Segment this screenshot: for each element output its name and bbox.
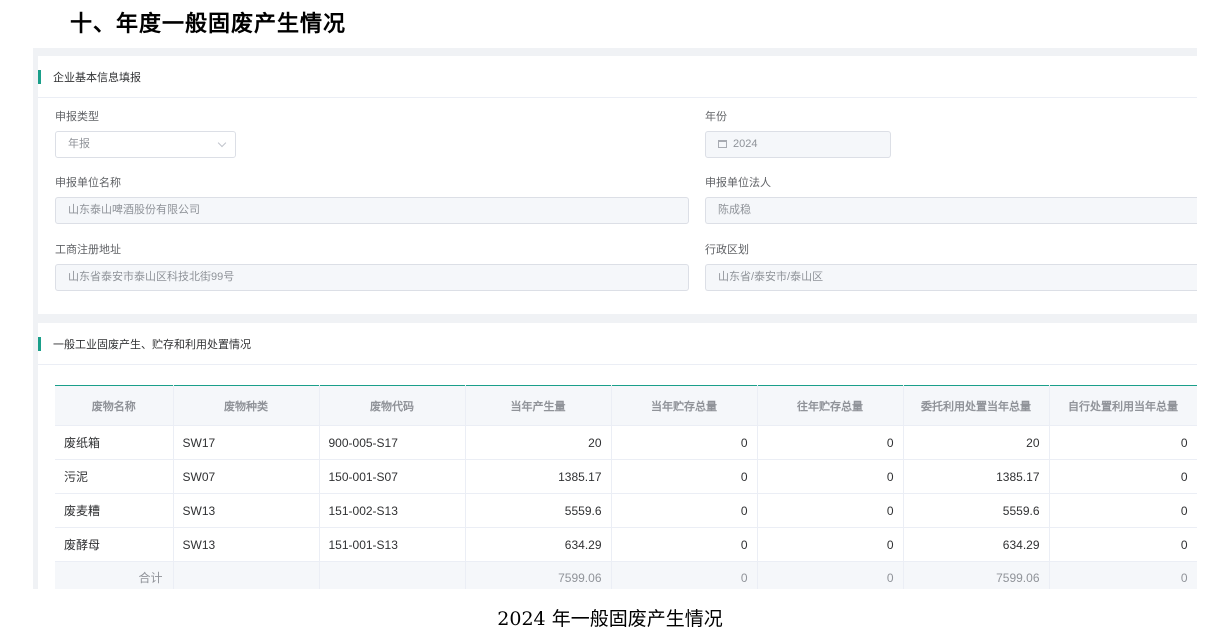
column-header: 当年产生量 [465, 385, 612, 426]
cell-prior-stored: 0 [757, 459, 904, 494]
cell-self-disposed: 0 [1049, 493, 1197, 528]
total-empty-cell [173, 561, 320, 589]
cell-stored: 0 [611, 493, 758, 528]
region-field: 行政区划 山东省/泰安市/泰山区 [705, 242, 1197, 291]
cell-prior-stored: 0 [757, 425, 904, 460]
field-label: 年份 [705, 111, 727, 123]
table-row: 废酵母 SW13 151-001-S13 634.29 0 0 634.29 0 [55, 527, 1197, 562]
cell-waste-code: 151-001-S13 [319, 527, 466, 562]
report-type-select[interactable]: 年报 [55, 131, 236, 158]
address-input[interactable]: 山东省泰安市泰山区科技北街99号 [55, 264, 689, 291]
cell-self-disposed: 0 [1049, 459, 1197, 494]
card-title: 一般工业固废产生、贮存和利用处置情况 [53, 338, 251, 351]
waste-table-wrap: 废物名称 废物种类 废物代码 当年产生量 当年贮存总量 往年贮存总量 委托利用处… [55, 385, 1197, 589]
total-generated: 7599.06 [465, 561, 612, 589]
select-value: 年报 [68, 138, 90, 150]
accent-bar [38, 337, 41, 351]
basic-info-card: 企业基本信息填报 申报类型 年报 年份 2024 申报单位名称 山东泰山啤酒股份… [38, 56, 1197, 314]
cell-waste-name: 污泥 [55, 459, 174, 494]
column-header: 自行处置利用当年总量 [1049, 385, 1197, 426]
chevron-down-icon [217, 138, 227, 148]
report-type-field: 申报类型 年报 [55, 109, 236, 158]
card-header: 企业基本信息填报 [38, 56, 1197, 98]
cell-generated: 5559.6 [465, 493, 612, 528]
card-title: 企业基本信息填报 [53, 71, 141, 84]
accent-bar [38, 70, 41, 84]
column-header: 委托利用处置当年总量 [903, 385, 1050, 426]
column-header: 当年贮存总量 [611, 385, 758, 426]
cell-waste-type: SW13 [173, 527, 320, 562]
table-row: 废纸箱 SW17 900-005-S17 20 0 0 20 0 [55, 425, 1197, 460]
year-field: 年份 2024 [705, 109, 891, 158]
cell-stored: 0 [611, 459, 758, 494]
column-header: 废物名称 [55, 385, 174, 426]
company-name-field: 申报单位名称 山东泰山啤酒股份有限公司 [55, 175, 689, 224]
column-header: 废物种类 [173, 385, 320, 426]
table-header-row: 废物名称 废物种类 废物代码 当年产生量 当年贮存总量 往年贮存总量 委托利用处… [55, 385, 1197, 426]
column-header: 往年贮存总量 [757, 385, 904, 426]
company-name-input[interactable]: 山东泰山啤酒股份有限公司 [55, 197, 689, 224]
cell-waste-code: 151-002-S13 [319, 493, 466, 528]
year-picker[interactable]: 2024 [705, 131, 891, 158]
document-heading: 十、年度一般固废产生情况 [70, 11, 347, 37]
region-input[interactable]: 山东省/泰安市/泰山区 [705, 264, 1197, 291]
cell-generated: 634.29 [465, 527, 612, 562]
cell-prior-stored: 0 [757, 527, 904, 562]
total-prior-stored: 0 [757, 561, 904, 589]
cell-waste-code: 150-001-S07 [319, 459, 466, 494]
total-row: 合计 7599.06 0 0 7599.06 0 [55, 561, 1197, 589]
field-label: 申报类型 [55, 111, 99, 123]
waste-table: 废物名称 废物种类 废物代码 当年产生量 当年贮存总量 往年贮存总量 委托利用处… [55, 385, 1197, 589]
field-label: 行政区划 [705, 244, 749, 256]
cell-waste-name: 废麦糟 [55, 493, 174, 528]
legal-person-input[interactable]: 陈成稳 [705, 197, 1197, 224]
cell-stored: 0 [611, 425, 758, 460]
table-row: 废麦糟 SW13 151-002-S13 5559.6 0 0 5559.6 0 [55, 493, 1197, 528]
column-header: 废物代码 [319, 385, 466, 426]
field-label: 工商注册地址 [55, 244, 121, 256]
calendar-icon [718, 140, 727, 148]
cell-generated: 20 [465, 425, 612, 460]
address-field: 工商注册地址 山东省泰安市泰山区科技北街99号 [55, 242, 689, 291]
table-row: 污泥 SW07 150-001-S07 1385.17 0 0 1385.17 … [55, 459, 1197, 494]
legal-person-field: 申报单位法人 陈成稳 [705, 175, 1197, 224]
field-label: 申报单位法人 [705, 177, 771, 189]
cell-generated: 1385.17 [465, 459, 612, 494]
app-screenshot: 企业基本信息填报 申报类型 年报 年份 2024 申报单位名称 山东泰山啤酒股份… [33, 48, 1197, 589]
year-value: 2024 [733, 138, 758, 150]
cell-waste-name: 废酵母 [55, 527, 174, 562]
waste-card: 一般工业固废产生、贮存和利用处置情况 废物名称 废物种类 废物代码 当年产生量 … [38, 323, 1197, 589]
total-empty-cell [319, 561, 466, 589]
cell-waste-type: SW13 [173, 493, 320, 528]
card-header: 一般工业固废产生、贮存和利用处置情况 [38, 323, 1197, 365]
cell-waste-name: 废纸箱 [55, 425, 174, 460]
cell-waste-type: SW07 [173, 459, 320, 494]
total-label: 合计 [55, 561, 174, 589]
field-label: 申报单位名称 [55, 177, 121, 189]
total-entrusted: 7599.06 [903, 561, 1050, 589]
cell-entrusted: 1385.17 [903, 459, 1050, 494]
cell-entrusted: 20 [903, 425, 1050, 460]
total-stored: 0 [611, 561, 758, 589]
cell-prior-stored: 0 [757, 493, 904, 528]
cell-waste-code: 900-005-S17 [319, 425, 466, 460]
figure-caption: 2024 年一般固废产生情况 [497, 608, 723, 630]
cell-entrusted: 5559.6 [903, 493, 1050, 528]
cell-waste-type: SW17 [173, 425, 320, 460]
cell-self-disposed: 0 [1049, 425, 1197, 460]
cell-stored: 0 [611, 527, 758, 562]
cell-self-disposed: 0 [1049, 527, 1197, 562]
cell-entrusted: 634.29 [903, 527, 1050, 562]
total-self-disposed: 0 [1049, 561, 1197, 589]
